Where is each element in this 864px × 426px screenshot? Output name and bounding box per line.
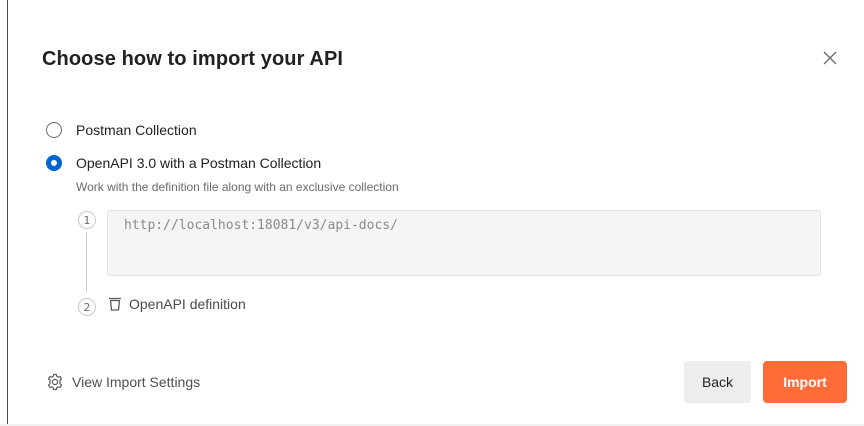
step-number-1: 1 bbox=[78, 211, 96, 229]
dialog-title: Choose how to import your API bbox=[42, 48, 344, 70]
option-label: OpenAPI 3.0 with a Postman Collection bbox=[76, 155, 322, 171]
import-dialog: Choose how to import your API Postman Co… bbox=[8, 0, 864, 424]
definition-label: OpenAPI definition bbox=[129, 296, 246, 312]
gear-icon bbox=[47, 373, 63, 391]
import-api-dialog-frame: Choose how to import your API Postman Co… bbox=[0, 0, 864, 426]
option-postman-collection[interactable]: Postman Collection bbox=[46, 122, 197, 138]
trash-icon[interactable] bbox=[107, 296, 123, 312]
close-button[interactable] bbox=[820, 48, 840, 68]
settings-label: View Import Settings bbox=[72, 374, 201, 390]
close-icon bbox=[823, 51, 837, 65]
step-number-2: 2 bbox=[78, 298, 96, 316]
option-description: Work with the definition file along with… bbox=[76, 180, 399, 194]
openapi-definition-item[interactable]: OpenAPI definition bbox=[107, 296, 246, 312]
radio-postman-collection[interactable] bbox=[46, 122, 62, 138]
back-button[interactable]: Back bbox=[684, 361, 751, 403]
option-label: Postman Collection bbox=[76, 122, 197, 138]
radio-openapi-with-collection[interactable] bbox=[46, 155, 62, 171]
definition-url-input[interactable]: http://localhost:18081/v3/api-docs/ bbox=[107, 210, 821, 276]
option-openapi-with-collection[interactable]: OpenAPI 3.0 with a Postman Collection bbox=[46, 155, 321, 171]
view-import-settings-link[interactable]: View Import Settings bbox=[46, 373, 200, 391]
import-button[interactable]: Import bbox=[763, 361, 847, 403]
step-connector-line bbox=[86, 232, 87, 292]
